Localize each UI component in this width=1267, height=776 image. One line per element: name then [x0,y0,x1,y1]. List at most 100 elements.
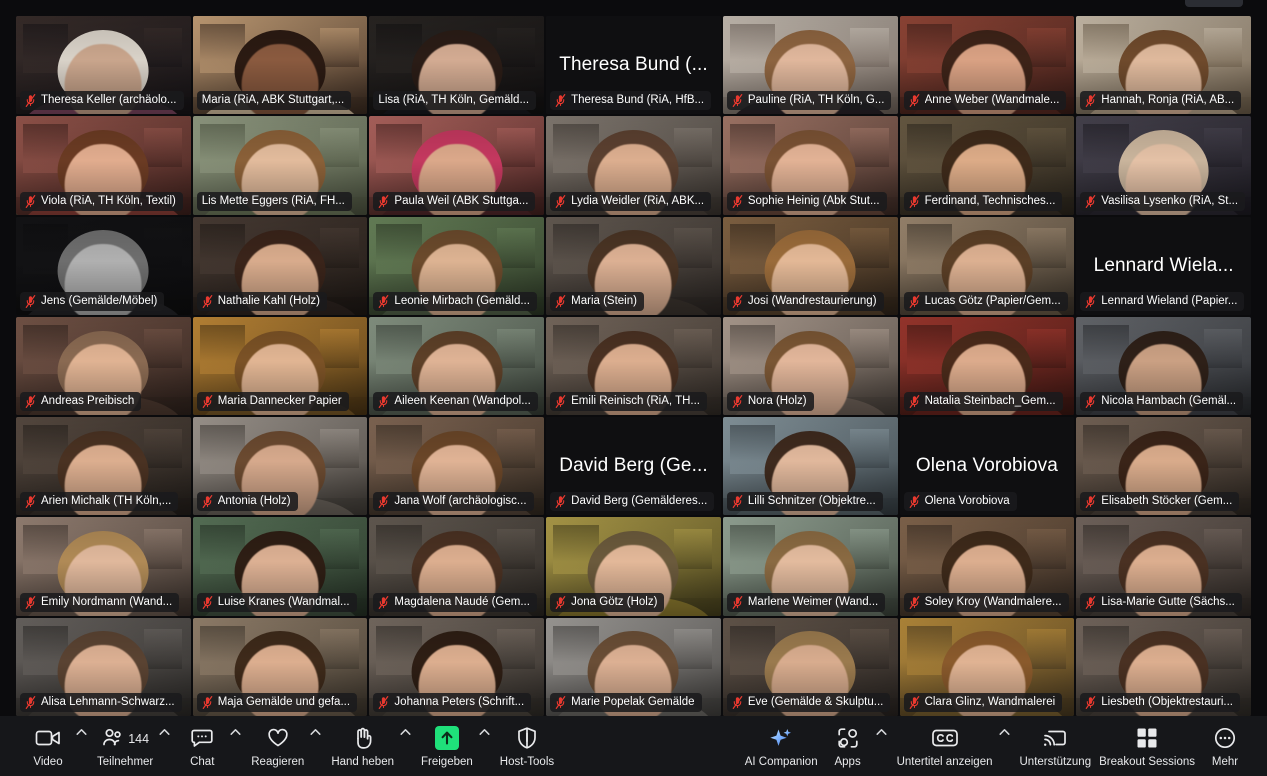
participant-tile[interactable]: Liesbeth (Objektrestauri... [1076,617,1251,716]
participant-tile[interactable]: Elisabeth Stöcker (Gem... [1076,417,1251,516]
meeting-toolbar: Video 144 Teilnehmer Chat Reagieren Hand hebe… [0,716,1267,776]
participant-tile[interactable]: Johanna Peters (Schrift... [369,617,545,716]
participant-tile[interactable]: Lilli Schnitzer (Objektre... [722,417,898,516]
toolbar-button-untertitel-anzeigen[interactable]: Untertitel anzeigen [893,718,997,774]
participant-tile[interactable]: Nathalie Kahl (Holz) [192,216,368,315]
chevron-up-icon[interactable] [157,728,176,754]
participant-tile[interactable]: Viola (RiA, TH Köln, Textil) [16,116,191,215]
participant-tile[interactable]: Lisa-Marie Gutte (Sächs... [1076,517,1251,616]
participant-tile[interactable]: Theresa Keller (archäolo... [16,16,191,115]
participant-name-label: Viola (RiA, TH Köln, Textil) [41,194,176,207]
participant-tile[interactable]: David Berg (Ge... David Berg (Gemälderes.… [546,417,721,516]
participant-tile[interactable]: Emili Reinisch (RiA, TH... [546,316,721,416]
participant-tile[interactable]: Pauline (RiA, TH Köln, G... [722,16,898,115]
participant-tile[interactable]: Luise Kranes (Wandmal... [192,517,368,616]
mic-muted-icon [379,595,389,609]
toolbar-button-hand-heben[interactable]: Hand heben [327,718,398,774]
participant-tile[interactable]: Vasilisa Lysenko (RiA, St... [1076,116,1251,215]
toolbar-button-apps[interactable]: Apps [822,718,874,774]
participant-tile[interactable]: Arien Michalk (TH Köln,... [16,417,191,516]
chevron-up-icon[interactable] [308,728,327,754]
participant-tile[interactable]: Anne Weber (Wandmale... [899,16,1075,115]
mic-muted-icon [202,395,213,409]
mic-muted-icon [202,495,213,509]
participant-name-label: Eve (Gemälde & Skulptu... [747,695,884,708]
participant-tile[interactable]: Eve (Gemälde & Skulptu... [722,617,898,716]
participant-name-label: Maria (RiA, ABK Stuttgart,... [201,94,345,107]
participant-tile[interactable]: Maria Dannecker Papier [192,316,368,416]
toolbar-button-teilnehmer[interactable]: 144 Teilnehmer [93,718,157,774]
participant-name-label: Emili Reinisch (RiA, TH... [571,395,701,408]
participant-tile[interactable]: Nicola Hambach (Gemäl... [1076,316,1251,416]
participant-tile[interactable]: Clara Glinz, Wandmalerei [899,617,1075,716]
toolbar-left-group: Video 144 Teilnehmer Chat Reagieren Hand hebe… [0,718,558,774]
toolbar-button-freigeben[interactable]: Freigeben [417,718,477,774]
participant-tile[interactable]: Paula Weil (ABK Stuttga... [369,116,545,215]
toolbar-button-label: Apps [834,755,861,768]
camera-icon [35,725,61,751]
participant-tile[interactable]: Olena Vorobiova Olena Vorobiova [899,417,1075,516]
zoom-meeting-window: Theresa Keller (archäolo... Maria (RiA, A… [0,0,1267,776]
participant-name-chip: Luise Kranes (Wandmal... [196,592,357,612]
participant-name-chip: Viola (RiA, TH Köln, Textil) [20,191,183,211]
toolbar-button-breakout-sessions[interactable]: Breakout Sessions [1095,718,1199,774]
participant-tile[interactable]: Antonia (Holz) [192,417,368,516]
heart-icon [266,725,290,751]
toolbar-button-host-tools[interactable]: Host-Tools [496,718,558,774]
chevron-up-icon[interactable] [74,728,93,754]
mic-muted-icon [555,94,566,108]
participant-tile[interactable]: Hannah, Ronja (RiA, AB... [1076,16,1251,115]
participant-name-label: Nora (Holz) [747,395,807,408]
participant-tile[interactable]: Emily Nordmann (Wand... [16,517,191,616]
participant-tile[interactable]: Lisa (RiA, TH Köln, Gemäld... [369,16,545,115]
participant-name-chip: Arien Michalk (TH Köln,... [20,492,179,512]
chevron-up-icon[interactable] [477,728,496,754]
participant-tile[interactable]: Marlene Weimer (Wand... [722,517,898,616]
participant-name-label: Elisabeth Stöcker (Gem... [1101,495,1233,508]
toolbar-button-chat[interactable]: Chat [176,718,228,774]
participant-tile[interactable]: Jens (Gemälde/Möbel) [16,216,191,315]
chevron-up-icon[interactable] [874,728,893,754]
participant-name-chip: Emily Nordmann (Wand... [20,592,180,612]
participant-tile[interactable]: Josi (Wandrestaurierung) [722,216,898,315]
participant-tile[interactable]: Andreas Preibisch [16,316,191,416]
participant-name-label: Theresa Bund (RiA, HfB... [571,94,705,107]
mic-muted-icon [909,495,919,509]
toolbar-button-ai-companion[interactable]: AI Companion [741,718,822,774]
toolbar-button-mehr[interactable]: Mehr [1199,718,1251,774]
mic-muted-icon [909,696,919,709]
toolbar-right-group: AI Companion Apps Untertitel anzeigen Unter… [741,718,1267,774]
participant-tile[interactable]: Marie Popelak Gemälde [546,617,721,716]
participant-name-chip: Anne Weber (Wandmale... [903,91,1067,111]
participant-tile[interactable]: Lydia Weidler (RiA, ABK... [546,116,721,215]
participant-name-chip: Elisabeth Stöcker (Gem... [1080,492,1240,512]
participant-tile[interactable]: Nora (Holz) [722,316,898,416]
participant-tile[interactable]: Sophie Heinig (Abk Stut... [722,116,898,215]
participant-tile[interactable]: Alisa Lehmann-Schwarz... [16,617,191,716]
toolbar-button-reagieren[interactable]: Reagieren [247,718,308,774]
participant-tile[interactable]: Magdalena Naudé (Gem... [369,517,545,616]
chevron-up-icon[interactable] [997,728,1016,754]
participant-tile[interactable]: Jana Wolf (archäologisc... [369,417,545,516]
participant-tile[interactable]: Lucas Götz (Papier/Gem... [899,216,1075,315]
participant-tile[interactable]: Soley Kroy (Wandmalere... [899,517,1075,616]
participant-name-label: Anne Weber (Wandmale... [924,94,1060,107]
chevron-up-icon[interactable] [398,728,417,754]
participant-tile[interactable]: Theresa Bund (... Theresa Bund (RiA, HfB.… [546,16,721,115]
participant-tile[interactable]: Leonie Mirbach (Gemäld... [369,216,545,315]
participant-tile[interactable]: Ferdinand, Technisches... [899,116,1075,215]
mic-muted-icon [909,395,919,409]
participant-tile[interactable]: Maja Gemälde und gefa... [192,617,368,716]
participant-tile[interactable]: Maria (RiA, ABK Stuttgart,... [192,16,368,115]
participant-tile[interactable]: Natalia Steinbach_Gem... [899,316,1075,416]
participant-tile[interactable]: Aileen Keenan (Wandpol... [369,316,545,416]
participant-name-chip: Andreas Preibisch [20,392,142,412]
participant-tile[interactable]: Lennard Wiela... Lennard Wieland (Papier.… [1076,216,1251,315]
participant-tile[interactable]: Maria (Stein) [546,216,721,315]
participant-tile[interactable]: Jona Götz (Holz) [546,517,721,616]
chevron-up-icon[interactable] [228,728,247,754]
participant-name-chip: Antonia (Holz) [196,492,298,512]
toolbar-button-unterst-tzung[interactable]: Unterstützung [1016,718,1096,774]
toolbar-button-video[interactable]: Video [22,718,74,774]
participant-tile[interactable]: Lis Mette Eggers (RiA, FH... [192,116,368,215]
